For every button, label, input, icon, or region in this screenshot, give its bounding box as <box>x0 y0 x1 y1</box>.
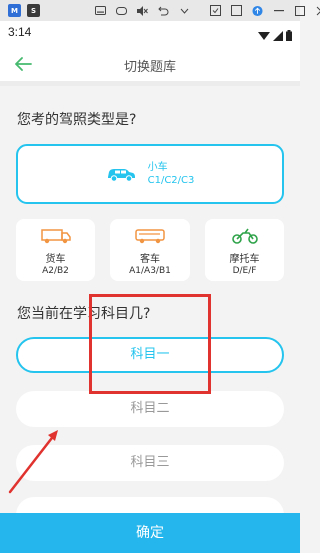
upload-icon[interactable] <box>252 5 263 16</box>
license-option-name: 货车 <box>45 254 66 265</box>
confirm-button[interactable]: 确定 <box>0 513 300 553</box>
page-title: 切换题库 <box>123 60 176 75</box>
motorcycle-icon <box>205 225 284 247</box>
close-icon[interactable] <box>315 5 320 16</box>
truck-icon <box>16 225 95 247</box>
keyboard-icon[interactable] <box>95 5 106 16</box>
minimize-icon[interactable] <box>273 5 284 16</box>
license-option-car[interactable]: 小车 C1/C2/C3 <box>16 144 284 204</box>
license-option-code: C1/C2/C3 <box>147 175 195 186</box>
car-icon <box>106 166 136 182</box>
license-option-bus[interactable]: 客车 A1/A3/B1 <box>110 219 190 281</box>
license-option-motorcycle[interactable]: 摩托车 D/E/F <box>205 219 284 281</box>
app-header: 切换题库 <box>0 43 300 86</box>
status-time: 3:14 <box>8 25 32 39</box>
chevron-down-icon[interactable] <box>179 5 190 16</box>
license-option-code: A2/B2 <box>42 266 69 276</box>
license-type-question: 您考的驾照类型是? <box>17 112 137 128</box>
screenshot-icon[interactable] <box>210 5 221 16</box>
annotation-arrow <box>8 430 58 494</box>
license-option-name: 小车 <box>147 162 168 173</box>
annotation-highlight-box <box>89 294 211 394</box>
back-icon[interactable] <box>158 5 169 16</box>
bus-icon <box>110 225 190 247</box>
license-option-code: D/E/F <box>232 266 257 276</box>
emulator-toolbar: M S <box>0 0 320 21</box>
status-bar: 3:14 <box>0 21 300 43</box>
license-option-code: A1/A3/B1 <box>129 266 171 276</box>
maximize-icon[interactable] <box>294 5 305 16</box>
license-option-truck[interactable]: 货车 A2/B2 <box>16 219 95 281</box>
app-icon[interactable]: S <box>27 4 40 17</box>
license-option-name: 摩托车 <box>229 254 260 265</box>
checkbox-icon[interactable] <box>231 5 242 16</box>
gamepad-icon[interactable] <box>116 5 127 16</box>
volume-mute-icon[interactable] <box>137 5 148 16</box>
app-icon[interactable]: M <box>8 4 21 17</box>
emulator-controls <box>95 0 320 21</box>
license-option-name: 客车 <box>140 254 160 265</box>
